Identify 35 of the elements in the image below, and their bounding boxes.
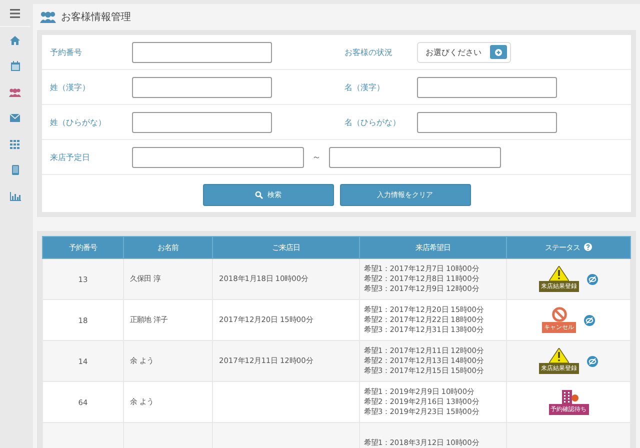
prohibited-icon [552,307,566,322]
field-label: 姓（漢字） [49,82,91,92]
page-title: お客様情報管理 [61,10,131,24]
input-field[interactable] [416,112,556,132]
help-icon[interactable] [584,243,592,252]
grid-icon[interactable] [10,140,20,148]
status-select[interactable]: お選びください [416,42,510,62]
eye-slash-icon[interactable] [587,274,598,284]
eye-slash-icon[interactable] [584,314,595,326]
field-label: お客様の状況 [344,46,394,58]
field-label: 名（ひらがな） [344,116,402,128]
date-from-field[interactable] [132,146,304,168]
menu-icon[interactable] [10,8,20,18]
search-icon [254,191,262,199]
input-field[interactable] [416,76,556,98]
bar-chart-icon[interactable] [10,192,20,200]
field-label: 来店予定日 [49,152,91,162]
mail-icon[interactable] [10,114,20,122]
input-field[interactable] [132,42,272,62]
field-label: 名（漢字） [344,82,386,92]
input-field[interactable] [132,112,272,132]
home-icon[interactable] [10,36,20,44]
range-separator: ～ [312,152,321,164]
tablet-icon[interactable] [12,165,18,175]
field-label: 姓（ひらがな） [49,116,107,128]
warning-icon [549,266,569,281]
plus-icon[interactable] [490,45,506,59]
warning-icon [549,348,569,363]
users-icon [40,11,56,23]
field-label: 予約番号 [49,46,83,58]
users-icon[interactable] [9,88,21,96]
calendar-icon[interactable] [10,61,20,71]
eye-slash-icon[interactable] [587,356,598,366]
date-to-field[interactable] [329,146,501,168]
input-field[interactable] [132,76,272,98]
